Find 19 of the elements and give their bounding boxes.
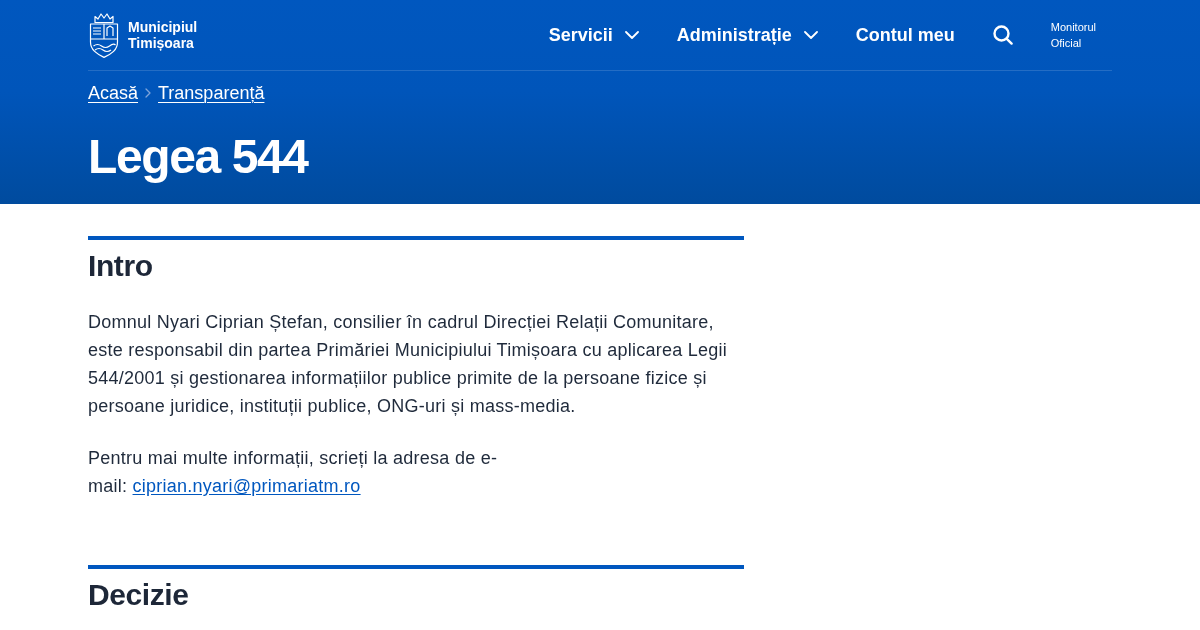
chevron-right-icon — [145, 88, 152, 98]
search-button[interactable] — [992, 25, 1013, 45]
site-name[interactable]: Municipiul Timișoara — [128, 19, 198, 51]
paragraph: Pentru mai multe informații, scrieți la adresa de e-mail: ciprian.nyari@primariatm.ro — [88, 447, 499, 498]
breadcrumb-link[interactable]: Acasă — [88, 80, 139, 106]
section-heading: Intro — [88, 236, 744, 284]
chevron-down-icon — [803, 31, 818, 39]
nav-link[interactable]: Contul meu — [855, 23, 955, 47]
crest-icon[interactable] — [89, 12, 119, 58]
nav-dropdown[interactable]: Servicii — [548, 23, 639, 47]
chevron-down-icon — [624, 31, 639, 39]
paragraph: Domnul Nyari Ciprian Ștefan, consilier în cadrul Direcției Relații Comunitare, este responsabil din partea Primăriei Municipiului Timișoara cu aplicarea Legii 544/2001 și gestionarea informațiilor publice primite de la persoane fizice și persoane juridice, instituții publice, ONG-uri și mass-media. — [88, 311, 729, 418]
breadcrumb-link[interactable]: Transparență — [158, 80, 265, 106]
search-icon — [992, 25, 1013, 45]
monitor-link[interactable]: Monitorul Oficial — [1050, 19, 1096, 51]
nav-dropdown[interactable]: Administrație — [676, 23, 818, 47]
page-title: Legea 544 — [88, 130, 310, 185]
section-heading: Decizie — [88, 565, 744, 613]
email-link[interactable]: ciprian.nyari@primariatm.ro — [132, 476, 361, 496]
